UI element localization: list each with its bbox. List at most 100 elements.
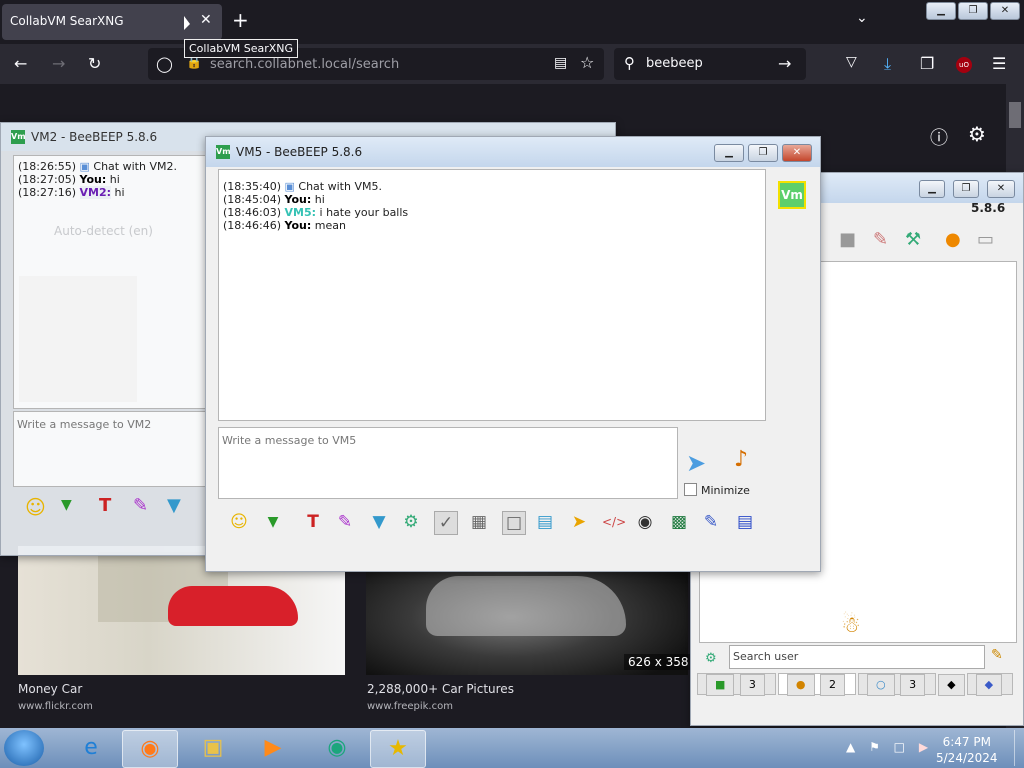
filter-icon[interactable]: ▼ xyxy=(167,495,181,516)
search-user-input[interactable]: Search user xyxy=(729,645,985,669)
url-text[interactable]: search.collabnet.local/search xyxy=(210,57,399,72)
menu-icon[interactable]: ☰ xyxy=(992,54,1006,73)
list-tabs-icon[interactable]: ⌄ xyxy=(856,10,868,26)
emoticon-icon[interactable]: ☺ xyxy=(25,495,46,519)
vm2-message-input[interactable]: Write a message to VM2 xyxy=(13,411,215,487)
vm5-minimize-button[interactable]: ▁ xyxy=(714,144,744,162)
result-title[interactable]: 2,288,000+ Car Pictures xyxy=(367,682,514,696)
explorer-taskbar-icon[interactable]: ▣ xyxy=(186,730,240,766)
firefox-taskbar-icon[interactable]: ◉ xyxy=(122,730,178,768)
scroll-thumb[interactable] xyxy=(1009,102,1021,128)
tab-users[interactable]: ■ 3 xyxy=(697,673,776,696)
vm2-messages: (18:26:55) ▣ Chat with VM2. (18:27:05) Y… xyxy=(18,160,177,199)
forward-icon[interactable]: → xyxy=(52,54,65,73)
beebeep-taskbar-icon[interactable]: ★ xyxy=(370,730,426,768)
vm5-close-button[interactable]: ✕ xyxy=(782,144,812,162)
edit-icon[interactable]: ✎ xyxy=(700,511,722,533)
message-line: (18:46:46) You: mean xyxy=(223,219,346,232)
minimize-checkbox[interactable] xyxy=(684,483,697,496)
flag-icon[interactable]: ⚑ xyxy=(869,740,880,754)
tab-network[interactable]: ◆ xyxy=(938,674,965,696)
font-icon[interactable]: T xyxy=(99,495,111,516)
reload-icon[interactable]: ↻ xyxy=(88,54,101,73)
silver-car-graphic xyxy=(426,576,626,636)
minimize-window-button[interactable]: ▁ xyxy=(926,2,956,20)
network-icon[interactable]: □ xyxy=(894,740,905,754)
close-window-button[interactable]: ✕ xyxy=(990,2,1020,20)
tab-title: CollabVM SearXNG xyxy=(10,14,124,28)
vm5-message-input[interactable]: Write a message to VM5 xyxy=(218,427,678,499)
pocket-icon[interactable]: ▽ xyxy=(846,54,857,70)
down-arrow-icon[interactable]: ▼ xyxy=(61,497,72,513)
clear-search-icon[interactable]: ✎ xyxy=(991,647,1003,663)
trash-icon[interactable]: ▭ xyxy=(977,229,994,250)
tab-chats[interactable]: ○ 3 xyxy=(858,673,937,696)
vm5-titlebar: Vm VM5 - BeeBEEP 5.8.6 ▁ ❐ ✕ xyxy=(206,137,820,167)
main-restore-button[interactable]: ❐ xyxy=(953,180,979,198)
tab-groups[interactable]: ● 2 xyxy=(777,673,857,696)
tab-close-icon[interactable]: ✕ xyxy=(200,12,212,28)
send-file-icon[interactable]: ➤ xyxy=(568,511,590,533)
shield-icon[interactable]: ◯ xyxy=(156,55,173,73)
reader-view-icon[interactable]: ▤ xyxy=(554,55,567,71)
show-hidden-icons[interactable]: ▲ xyxy=(846,740,855,754)
extensions-icon[interactable]: ❐ xyxy=(920,54,934,73)
clock-time: 6:47 PM xyxy=(942,735,991,749)
emoticon-icon[interactable]: ☺ xyxy=(228,511,250,533)
screenshot-icon[interactable]: ◉ xyxy=(634,511,656,533)
settings-icon[interactable]: ⚙ xyxy=(400,511,422,533)
vm5-avatar[interactable]: Vm xyxy=(778,181,806,209)
go-arrow-icon[interactable]: → xyxy=(778,54,791,73)
bookmark-star-icon[interactable]: ☆ xyxy=(580,53,594,72)
html-icon[interactable]: </> xyxy=(602,511,626,533)
info-icon[interactable]: ⓘ xyxy=(930,124,948,150)
note-icon[interactable]: ✎ xyxy=(873,229,888,250)
system-tray: ▲ ⚑ □ ▶ xyxy=(846,740,928,754)
floppy-icon[interactable]: ▤ xyxy=(734,511,756,533)
clock-date: 5/24/2024 xyxy=(936,751,998,765)
vm5-maximize-button[interactable]: ❐ xyxy=(748,144,778,162)
color-icon[interactable]: ✎ xyxy=(334,511,356,533)
send-icon[interactable]: ➤ xyxy=(686,449,706,477)
search-query[interactable]: beebeep xyxy=(646,56,703,71)
folder-icon[interactable]: ■ xyxy=(839,229,856,250)
clock[interactable]: 6:47 PM 5/24/2024 xyxy=(936,734,998,766)
version-label: 5.8.6 xyxy=(971,201,1006,215)
down-arrow-icon[interactable]: ▼ xyxy=(262,511,284,533)
downloads-icon[interactable]: ⤓ xyxy=(884,54,891,74)
users-icon[interactable]: ● xyxy=(945,229,961,250)
ghost-text: Auto-detect (en) xyxy=(54,224,153,238)
ie-taskbar-icon[interactable]: e xyxy=(64,730,118,766)
volume-muted-icon[interactable]: ▶ xyxy=(919,740,928,754)
chat-app-taskbar-icon[interactable]: ◉ xyxy=(310,730,364,766)
document-icon[interactable]: □ xyxy=(502,511,526,535)
main-close-button[interactable]: ✕ xyxy=(987,180,1015,198)
mouse-cursor xyxy=(184,16,190,30)
status-icon[interactable]: ⚙ xyxy=(705,651,717,666)
result-title[interactable]: Money Car xyxy=(18,682,82,696)
font-icon[interactable]: T xyxy=(302,511,324,533)
start-button[interactable] xyxy=(4,730,44,766)
main-tabs: ■ 3 ● 2 ○ 3 ◆ ◆ xyxy=(697,673,1015,696)
autocomplete-icon[interactable]: ▦ xyxy=(468,511,490,533)
window-controls: ▁ ❐ ✕ xyxy=(924,2,1020,20)
tab-files[interactable]: ◆ xyxy=(966,673,1014,696)
image-icon[interactable]: ▩ xyxy=(668,511,690,533)
media-player-taskbar-icon[interactable]: ▶ xyxy=(246,730,300,766)
new-tab-button[interactable]: + xyxy=(232,8,249,32)
message-line: (18:26:55) ▣ Chat with VM2. xyxy=(18,160,177,173)
restore-window-button[interactable]: ❐ xyxy=(958,2,988,20)
settings-gear-icon[interactable]: ⚙ xyxy=(968,122,986,146)
color-icon[interactable]: ✎ xyxy=(133,495,148,516)
tools-icon[interactable]: ⚒ xyxy=(905,229,921,250)
show-desktop-button[interactable] xyxy=(1014,730,1024,766)
save-chat-icon[interactable]: ▤ xyxy=(534,511,556,533)
search-bar[interactable]: ⚲ beebeep → xyxy=(614,48,806,80)
filter-icon[interactable]: ▼ xyxy=(368,511,390,533)
spellcheck-icon[interactable]: ✓ xyxy=(434,511,458,535)
back-icon[interactable]: ← xyxy=(14,54,27,73)
ublock-icon[interactable]: uO xyxy=(956,57,972,73)
main-minimize-button[interactable]: ▁ xyxy=(919,180,945,198)
vm5-logo-icon: Vm xyxy=(216,145,231,159)
voice-message-icon[interactable]: ♪ xyxy=(734,447,748,472)
